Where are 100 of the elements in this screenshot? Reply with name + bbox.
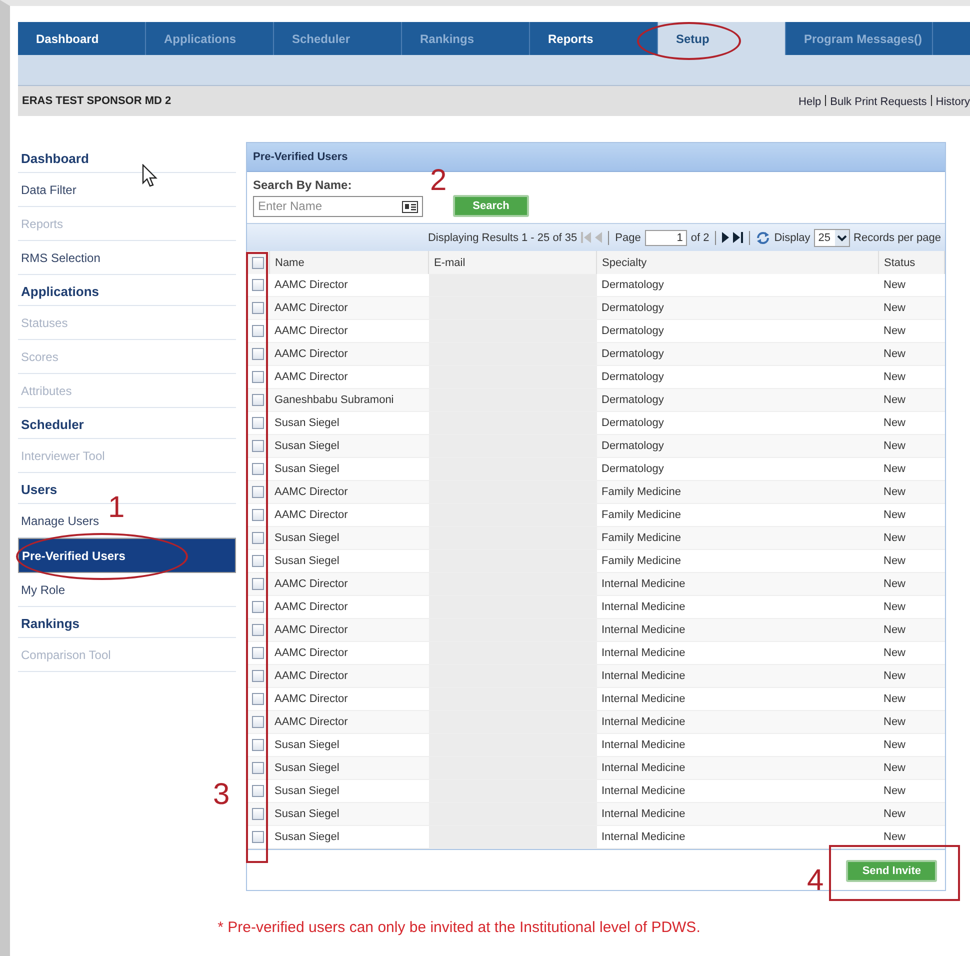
table-cell: Susan Siegel [270,526,428,550]
table-cell: New [878,826,944,848]
row-checkbox[interactable] [252,302,264,314]
table-cell: Dermatology [596,342,878,366]
column-header[interactable]: E-mail [428,251,596,274]
table-cell: New [878,572,944,596]
table-cell: Internal Medicine [596,618,878,642]
row-checkbox[interactable] [252,762,264,774]
row-checkbox[interactable] [252,555,264,567]
contact-card-icon [402,200,418,212]
next-page-icon[interactable] [722,232,730,243]
table-cell: Internal Medicine [596,572,878,596]
row-checkbox[interactable] [252,808,264,820]
previous-page-icon[interactable] [595,232,602,243]
table-cell: New [878,664,944,688]
sidebar-heading: Applications [18,275,236,306]
table-cell: AAMC Director [270,618,428,642]
table-cell: New [878,342,944,366]
row-checkbox[interactable] [252,831,264,843]
row-checkbox[interactable] [252,716,264,728]
table-cell: New [878,618,944,642]
table-cell: Internal Medicine [596,664,878,688]
dropdown-icon [834,230,849,246]
row-checkbox[interactable] [252,463,264,475]
table-cell: Susan Siegel [270,802,428,826]
page-count: of 2 [690,232,710,244]
column-header[interactable]: Specialty [596,251,878,274]
row-checkbox[interactable] [252,739,264,751]
display-label: Display [774,232,810,244]
per-page-select[interactable]: 25 [814,228,850,246]
table-cell: New [878,480,944,504]
table-cell: New [878,802,944,826]
results-summary: Displaying Results 1 - 25 of 35 [428,232,578,244]
search-label: Search By Name: [253,178,352,192]
table-cell: Susan Siegel [270,826,428,848]
row-checkbox[interactable] [252,394,264,406]
table-cell: New [878,296,944,320]
table-cell: Dermatology [596,296,878,320]
page-label: Page [615,232,641,244]
sponsor-name: ERAS TEST SPONSOR MD 2 [22,95,172,107]
table-cell: New [878,434,944,458]
row-checkbox[interactable] [252,647,264,659]
last-page-icon[interactable] [733,232,744,243]
table-cell: AAMC Director [270,296,428,320]
search-field[interactable]: Enter Name [253,196,423,216]
table-cell: Family Medicine [596,480,878,504]
row-checkbox[interactable] [252,601,264,613]
table-cell: Internal Medicine [596,710,878,734]
table-cell: New [878,388,944,412]
column-header[interactable]: Status [878,251,944,274]
table-cell: Family Medicine [596,526,878,550]
sidebar-heading: Rankings [18,607,236,638]
mouse-pointer-icon [142,164,158,188]
table-cell: New [878,526,944,550]
table-cell: AAMC Director [270,342,428,366]
row-checkbox[interactable] [252,578,264,590]
step-number: 4 [807,866,824,896]
header-link[interactable]: Bulk Print Requests [830,96,927,108]
footnote: * Pre-verified users can only be invited at the Institutional level of PDWS. [216,919,702,936]
table-cell: Susan Siegel [270,756,428,780]
header-link[interactable]: History [936,96,970,108]
row-checkbox[interactable] [252,693,264,705]
select-all-checkbox[interactable] [252,256,264,268]
sidebar-item[interactable]: RMS Selection [18,241,236,275]
row-checkbox[interactable] [252,417,264,429]
sidebar-item[interactable]: My Role [18,573,236,607]
row-checkbox[interactable] [252,440,264,452]
table-cell: New [878,756,944,780]
page-number-field[interactable]: 1 [644,230,687,246]
column-header[interactable]: Name [270,251,428,274]
step-number: 3 [213,780,230,810]
row-checkbox[interactable] [252,486,264,498]
table-cell: AAMC Director [270,572,428,596]
table-cell: New [878,710,944,734]
table-cell: AAMC Director [270,710,428,734]
table-cell: Dermatology [596,434,878,458]
refresh-icon[interactable] [756,230,770,244]
row-checkbox[interactable] [252,371,264,383]
row-checkbox[interactable] [252,348,264,360]
row-checkbox[interactable] [252,325,264,337]
table-cell: AAMC Director [270,664,428,688]
row-checkbox[interactable] [252,670,264,682]
header-link[interactable]: Help [798,96,822,108]
first-page-icon[interactable] [581,232,592,243]
nav-tab[interactable]: Setup [658,22,786,55]
sidebar-heading: Scheduler [18,408,236,439]
table-cell: Internal Medicine [596,802,878,826]
row-checkbox[interactable] [252,785,264,797]
records-per-page-label: Records per page [854,232,941,244]
row-checkbox[interactable] [252,279,264,291]
table-cell: Internal Medicine [596,756,878,780]
table-cell: Ganeshbabu Subramoni [270,388,428,412]
row-checkbox[interactable] [252,624,264,636]
table-cell: Dermatology [596,388,878,412]
table-cell: Susan Siegel [270,434,428,458]
table-cell: AAMC Director [270,480,428,504]
sidebar-item[interactable]: Pre-Verified Users [18,538,236,573]
row-checkbox[interactable] [252,532,264,544]
row-checkbox[interactable] [252,509,264,521]
table-cell: Internal Medicine [596,826,878,848]
